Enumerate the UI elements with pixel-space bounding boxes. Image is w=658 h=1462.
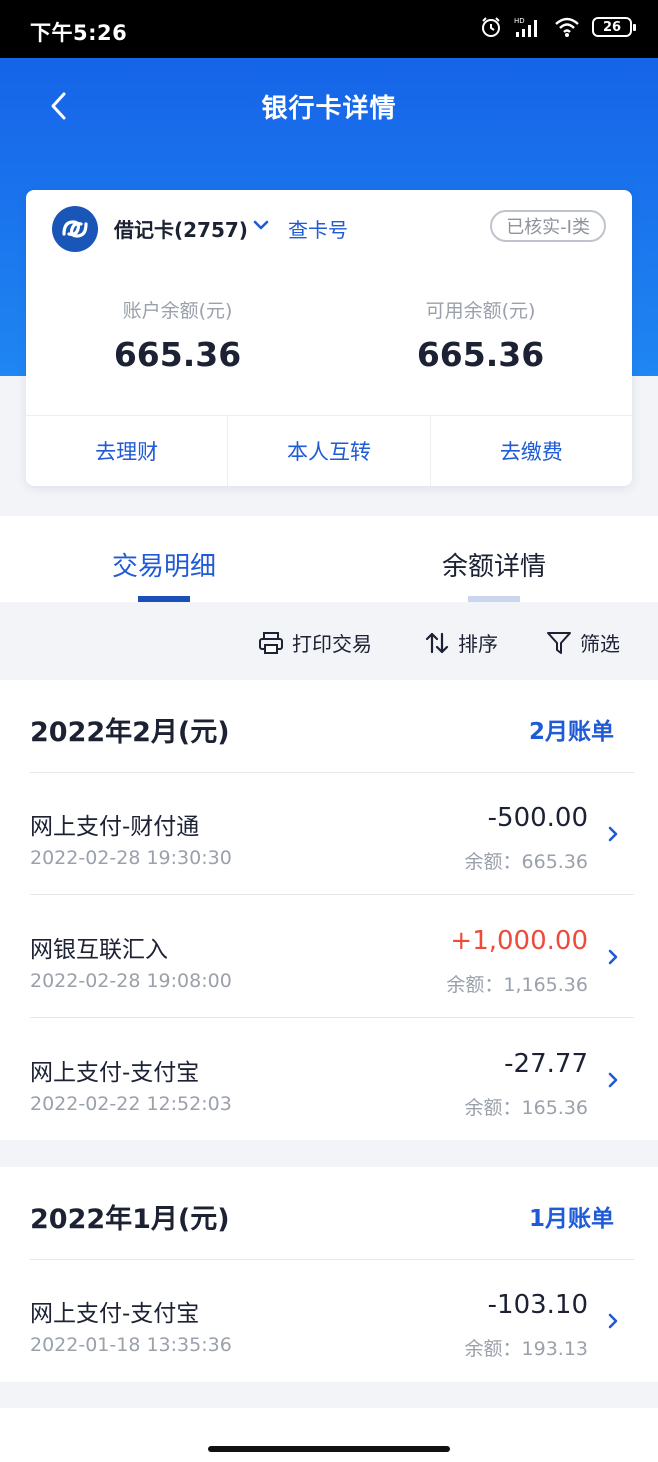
divider xyxy=(30,1017,634,1018)
card-type-label: 借记卡(2757) xyxy=(114,218,248,242)
bottom-area xyxy=(0,1408,658,1462)
sort-button[interactable]: 排序 xyxy=(424,628,498,657)
transaction-amount: +1,000.00 xyxy=(450,926,588,956)
account-balance-label: 账户余额(元) xyxy=(122,300,233,322)
tab-balance-details[interactable]: 余额详情 xyxy=(394,546,594,583)
battery-icon: 26 xyxy=(592,17,636,37)
transaction-name: 网上支付-支付宝 xyxy=(30,1060,200,1086)
wealth-management-button[interactable]: 去理财 xyxy=(26,416,229,486)
month-section-feb: 2022年2月(元) 2月账单 网上支付-财付通 2022-02-28 19:3… xyxy=(0,680,658,1140)
chevron-down-icon[interactable] xyxy=(252,216,270,234)
month-title: 2022年2月(元) xyxy=(30,717,230,748)
transaction-row[interactable]: 网上支付-支付宝 2022-01-18 13:35:36 -103.10 余额：… xyxy=(0,1260,658,1382)
transaction-amount: -27.77 xyxy=(504,1049,588,1079)
verified-badge-label: 已核实-I类 xyxy=(506,217,590,238)
transaction-row[interactable]: 网银互联汇入 2022-02-28 19:08:00 +1,000.00 余额：… xyxy=(0,896,658,1018)
toolbar: 打印交易 排序 筛选 xyxy=(0,602,658,680)
available-balance-value: 665.36 xyxy=(416,335,545,374)
divider xyxy=(30,894,634,895)
alarm-icon xyxy=(482,17,500,37)
verified-badge: 已核实-I类 xyxy=(490,210,606,242)
battery-level: 26 xyxy=(602,19,622,35)
monthly-statement-link[interactable]: 2月账单 xyxy=(529,712,614,746)
chevron-right-icon xyxy=(608,1313,618,1329)
transaction-balance: 余额：665.36 xyxy=(464,851,588,873)
transaction-balance: 余额：1,165.36 xyxy=(446,974,588,996)
transaction-name: 网上支付-财付通 xyxy=(30,814,200,840)
self-transfer-button[interactable]: 本人互转 xyxy=(228,416,431,486)
transaction-name: 网上支付-支付宝 xyxy=(30,1301,200,1327)
sort-label: 排序 xyxy=(458,632,498,656)
transaction-row[interactable]: 网上支付-财付通 2022-02-28 19:30:30 -500.00 余额：… xyxy=(0,773,658,895)
account-balance-block: 账户余额(元) 665.36 xyxy=(26,296,329,374)
filter-label: 筛选 xyxy=(580,632,620,656)
month-title: 2022年1月(元) xyxy=(30,1204,230,1235)
home-indicator[interactable] xyxy=(208,1446,450,1452)
hd-signal-icon: HD xyxy=(514,17,537,37)
print-label: 打印交易 xyxy=(292,632,372,656)
status-time: 下午5:26 xyxy=(30,21,128,45)
monthly-statement-link[interactable]: 1月账单 xyxy=(529,1199,614,1233)
transaction-name: 网银互联汇入 xyxy=(30,937,168,963)
tab-bar: 交易明细 余额详情 xyxy=(0,516,658,602)
sort-icon xyxy=(425,632,449,653)
transaction-balance: 余额：165.36 xyxy=(464,1097,588,1119)
month-section-jan: 2022年1月(元) 1月账单 网上支付-支付宝 2022-01-18 13:3… xyxy=(0,1167,658,1382)
bank-logo-icon xyxy=(52,206,98,252)
transaction-amount: -103.10 xyxy=(487,1290,588,1320)
status-bar: 下午5:26 HD 26 xyxy=(0,0,658,58)
bank-card-panel: 借记卡(2757) 查卡号 已核实-I类 账户余额(元) 665.36 可用余额… xyxy=(26,190,632,486)
transaction-row[interactable]: 网上支付-支付宝 2022-02-22 12:52:03 -27.77 余额：1… xyxy=(0,1019,658,1141)
transaction-balance: 余额：193.13 xyxy=(464,1338,588,1360)
svg-text:HD: HD xyxy=(514,17,525,25)
transaction-amount: -500.00 xyxy=(487,803,588,833)
card-actions: 去理财 本人互转 去缴费 xyxy=(26,415,632,486)
chevron-right-icon xyxy=(608,949,618,965)
wifi-icon xyxy=(555,17,579,37)
pay-bills-button[interactable]: 去缴费 xyxy=(431,416,632,486)
filter-button[interactable]: 筛选 xyxy=(546,628,620,657)
status-icons: HD 26 xyxy=(480,16,636,38)
transaction-time: 2022-02-28 19:30:30 xyxy=(30,847,232,869)
page-title: 银行卡详情 xyxy=(261,94,397,124)
chevron-right-icon xyxy=(608,1072,618,1088)
filter-icon xyxy=(547,631,571,654)
transaction-time: 2022-02-22 12:52:03 xyxy=(30,1093,232,1115)
view-card-number-link[interactable]: 查卡号 xyxy=(288,214,348,243)
printer-icon xyxy=(259,631,283,654)
available-balance-label: 可用余额(元) xyxy=(425,300,536,322)
tab-transactions[interactable]: 交易明细 xyxy=(64,546,264,583)
available-balance-block: 可用余额(元) 665.36 xyxy=(329,296,632,374)
chevron-right-icon xyxy=(608,826,618,842)
transaction-time: 2022-01-18 13:35:36 xyxy=(30,1334,232,1356)
transaction-time: 2022-02-28 19:08:00 xyxy=(30,970,232,992)
account-balance-value: 665.36 xyxy=(113,335,242,374)
print-button[interactable]: 打印交易 xyxy=(258,628,372,657)
